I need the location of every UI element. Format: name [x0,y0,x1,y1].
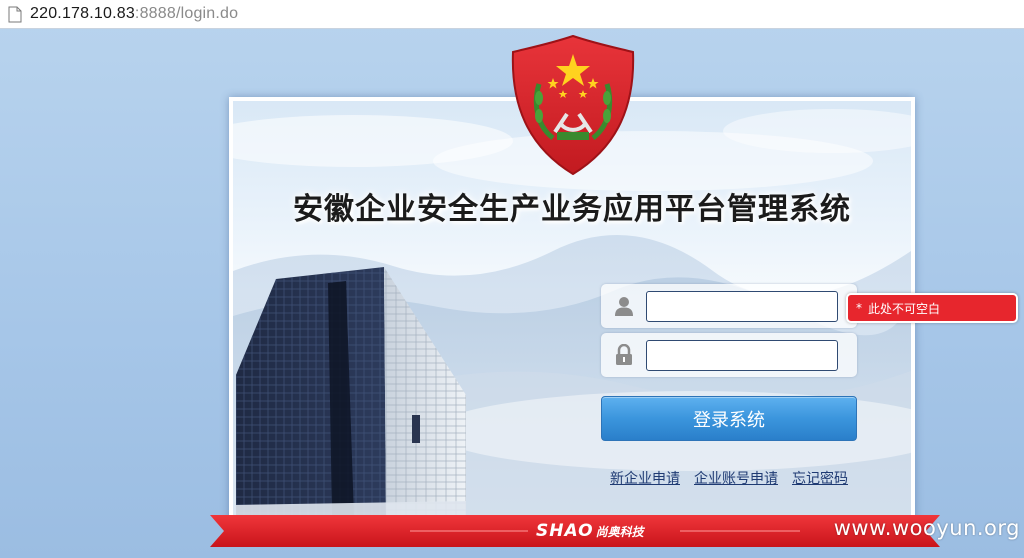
password-input[interactable] [646,340,838,371]
lock-icon [607,341,641,369]
url-path: :8888/login.do [134,5,239,22]
url-host: 220.178.10.83 [30,5,135,22]
footer-brand: SHAO 尚奥科技 [536,519,644,543]
page-icon [8,6,22,22]
username-error-text: 此处不可空白 [868,301,941,316]
username-error-tooltip: * 此处不可空白 [846,293,1018,323]
watermark-text: www.wooyun.org [833,516,1020,540]
login-links: 新企业申请 企业账号申请 忘记密码 [610,468,848,488]
page-title: 安徽企业安全生产业务应用平台管理系统 [293,192,851,227]
error-marker: * [856,301,862,315]
new-company-link[interactable]: 新企业申请 [610,468,680,488]
building-image [236,267,466,517]
login-button[interactable]: 登录系统 [601,396,857,441]
company-account-link[interactable]: 企业账号申请 [694,468,778,488]
password-field-box [601,333,857,377]
emblem-icon [511,34,635,176]
forgot-password-link[interactable]: 忘记密码 [792,468,848,488]
url-text[interactable]: 220.178.10.83:8888/login.do [30,5,238,23]
brand-name: SHAO [536,521,594,541]
user-icon [607,292,641,320]
username-input[interactable] [646,291,838,322]
brand-subtitle: 尚奥科技 [595,524,644,539]
address-bar[interactable]: 220.178.10.83:8888/login.do [0,0,1024,29]
username-field-box [601,284,857,328]
